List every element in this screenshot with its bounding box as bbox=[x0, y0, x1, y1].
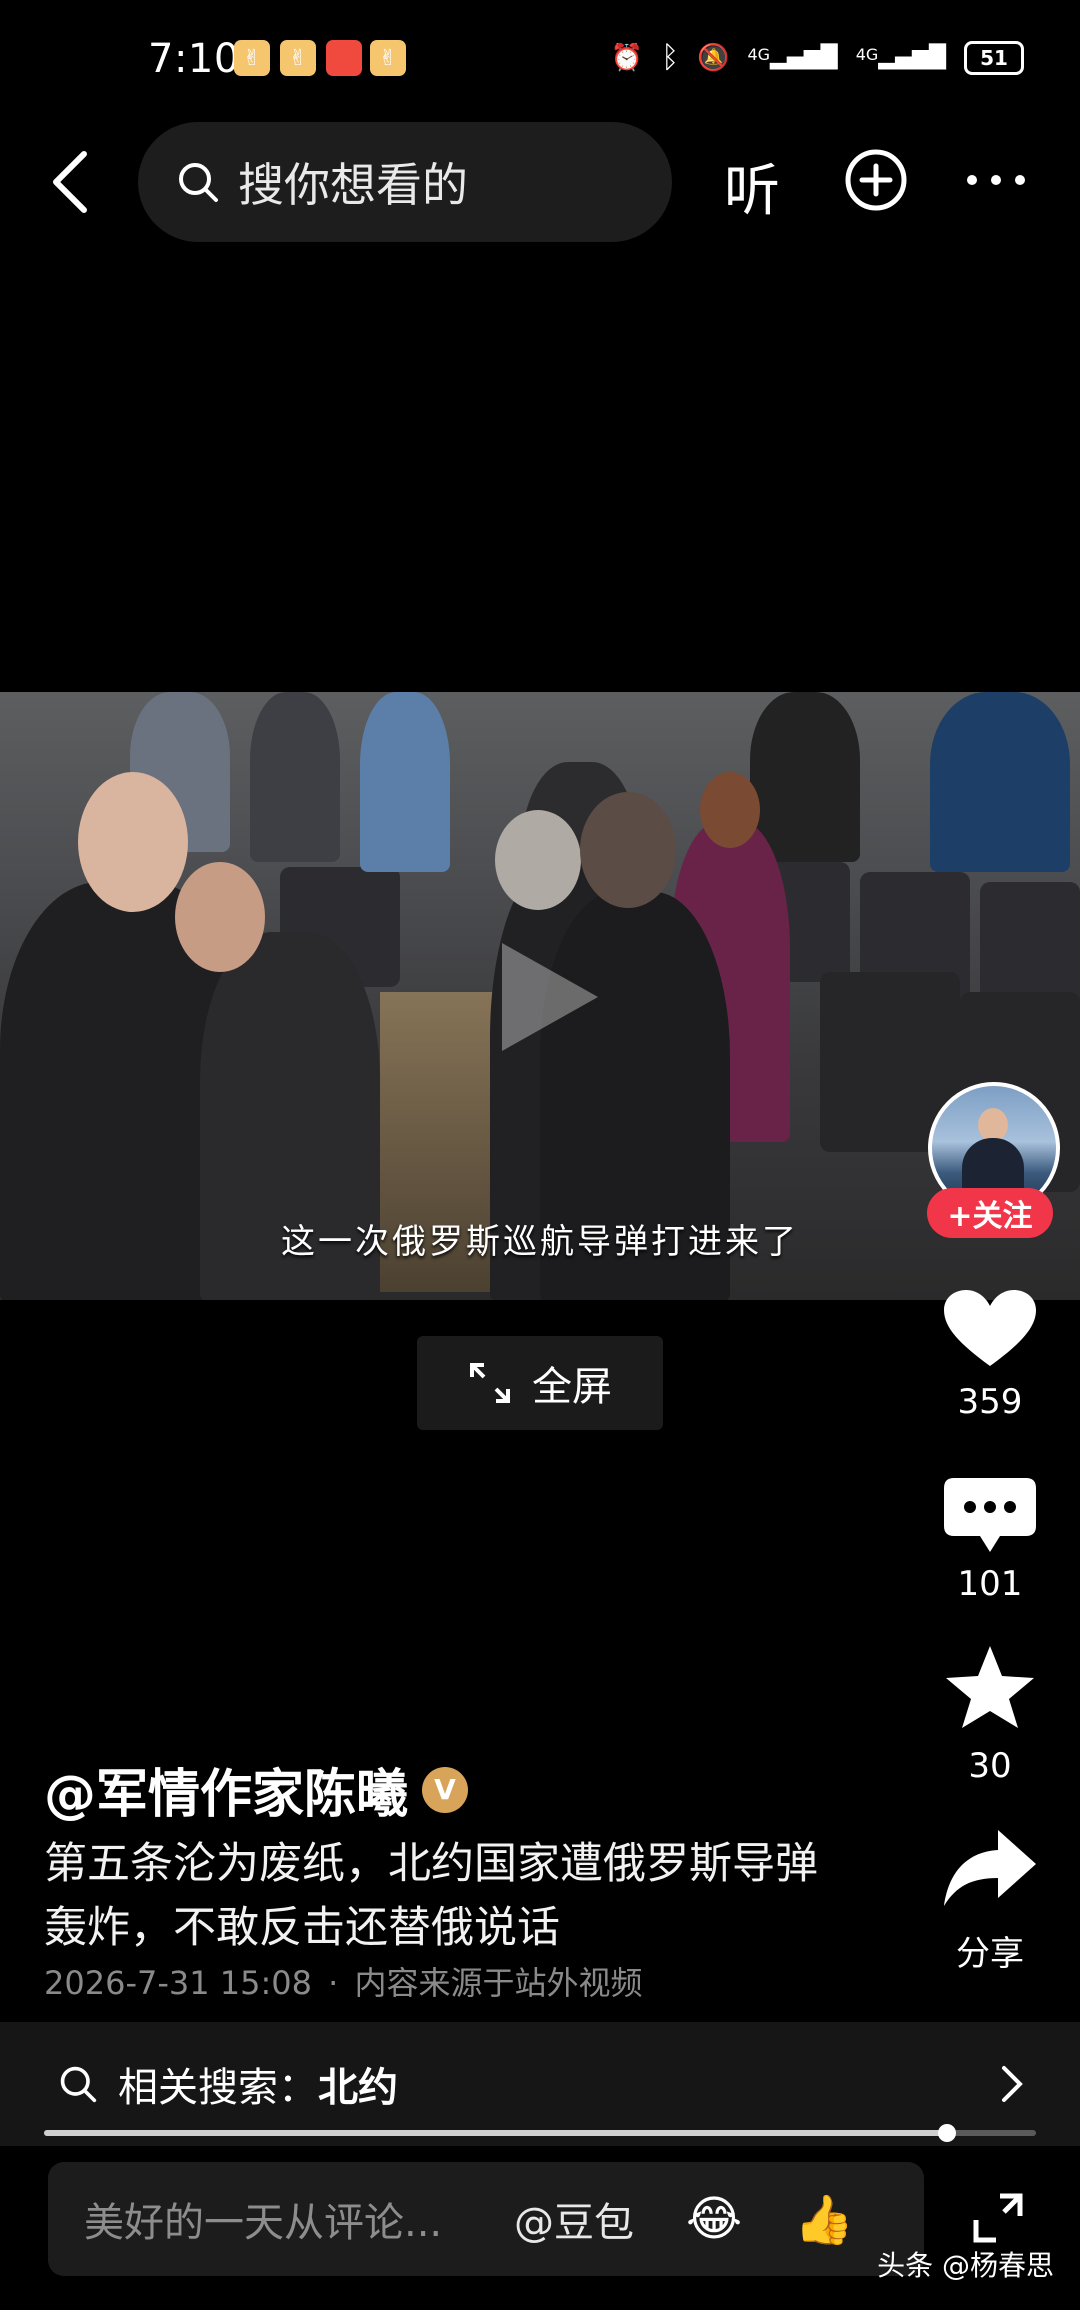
like-button[interactable] bbox=[940, 1286, 1040, 1374]
progress-thumb[interactable] bbox=[937, 2124, 956, 2142]
more-dots-icon bbox=[967, 175, 1025, 185]
status-time: 7:10 bbox=[148, 36, 240, 82]
plus-circle-icon bbox=[845, 149, 907, 211]
listen-button[interactable]: 听 bbox=[724, 146, 780, 227]
laughing-emoji-icon[interactable]: 😂 bbox=[686, 2191, 742, 2247]
search-input[interactable]: 搜你想看的 bbox=[138, 122, 672, 242]
video-meta: 2026-7-31 15:08 · 内容来源于站外视频 bbox=[44, 1958, 643, 2004]
verified-badge: V bbox=[422, 1766, 469, 1813]
content-source: 内容来源于站外视频 bbox=[354, 1964, 643, 2002]
play-icon bbox=[502, 943, 598, 1051]
fullscreen-button[interactable]: 全屏 bbox=[417, 1336, 663, 1430]
app-notification-icon: ✌ bbox=[370, 40, 406, 76]
related-search-bar[interactable]: 相关搜索：北约 bbox=[0, 2022, 1080, 2146]
star-icon bbox=[946, 1646, 1034, 1728]
search-icon bbox=[60, 2066, 97, 2103]
expand-button[interactable] bbox=[970, 2190, 1026, 2246]
comment-input[interactable]: 美好的一天从评论... @豆包 😂 👍 bbox=[48, 2162, 924, 2276]
add-button[interactable] bbox=[844, 148, 908, 212]
search-icon bbox=[179, 163, 218, 202]
app-notification-icon: ✌ bbox=[280, 40, 316, 76]
fullscreen-label: 全屏 bbox=[532, 1364, 612, 1410]
video-subtitle: 这一次俄罗斯巡航导弹打进来了 bbox=[281, 1222, 799, 1262]
alarm-icon: ⏰ bbox=[610, 42, 644, 73]
bluetooth-icon: ᛒ bbox=[661, 40, 680, 75]
progress-fill bbox=[44, 2130, 947, 2136]
meta-separator: · bbox=[328, 1964, 339, 2002]
video-title: 第五条沦为废纸，北约国家遭俄罗斯导弹轰炸，不敢反击还替俄说话 bbox=[44, 1839, 818, 1953]
related-search-text: 相关搜索：北约 bbox=[118, 2055, 398, 2113]
signal-icon: 4G▂▄▆█ bbox=[855, 44, 946, 70]
play-button[interactable] bbox=[494, 937, 604, 1057]
expand-arrows-icon bbox=[973, 2193, 1023, 2243]
app-store-icon bbox=[326, 40, 362, 76]
chevron-right-icon bbox=[1002, 2066, 1023, 2102]
search-placeholder: 搜你想看的 bbox=[238, 158, 468, 212]
share-arrow-icon bbox=[944, 1830, 1036, 1906]
thumbs-up-emoji-icon[interactable]: 👍 bbox=[794, 2191, 854, 2248]
signal-icon: 4G▂▄▆█ bbox=[747, 44, 838, 70]
mention-button[interactable]: @豆包 bbox=[514, 2190, 634, 2248]
favorite-button[interactable] bbox=[940, 1644, 1040, 1734]
heart-icon bbox=[944, 1290, 1036, 1366]
watermark: 头条 @杨春思 bbox=[877, 2249, 1054, 2282]
more-button[interactable] bbox=[964, 170, 1028, 190]
mute-icon: 🔕 bbox=[697, 42, 730, 73]
related-search-keyword: 北约 bbox=[318, 2065, 398, 2111]
chevron-left-icon bbox=[53, 151, 87, 213]
comment-placeholder: 美好的一天从评论... bbox=[84, 2200, 443, 2246]
video-progress-bar[interactable] bbox=[44, 2124, 1036, 2142]
publish-date: 2026-7-31 15:08 bbox=[44, 1964, 312, 2002]
follow-button[interactable]: +关注 bbox=[927, 1188, 1053, 1238]
app-notification-icon: ✌ bbox=[234, 40, 270, 76]
share-label: 分享 bbox=[956, 1934, 1024, 1974]
battery-indicator: 51 bbox=[964, 40, 1024, 75]
author-handle[interactable]: @军情作家陈曦 bbox=[44, 1752, 408, 1827]
comment-button[interactable] bbox=[940, 1474, 1040, 1562]
share-button[interactable] bbox=[940, 1826, 1040, 1914]
back-button[interactable] bbox=[50, 150, 90, 214]
video-player[interactable]: 这一次俄罗斯巡航导弹打进来了 bbox=[0, 692, 1080, 1300]
status-icons: ⏰ ᛒ 🔕 4G▂▄▆█ 4G▂▄▆█ 51 bbox=[611, 40, 1024, 75]
related-search-prefix: 相关搜索： bbox=[118, 2065, 318, 2111]
comment-count: 101 bbox=[957, 1564, 1023, 1604]
expand-icon bbox=[470, 1363, 510, 1403]
author-name[interactable]: @军情作家陈曦 V bbox=[44, 1752, 469, 1827]
favorite-count: 30 bbox=[968, 1746, 1012, 1786]
like-count: 359 bbox=[957, 1382, 1023, 1422]
comment-bubble-icon bbox=[944, 1478, 1036, 1552]
